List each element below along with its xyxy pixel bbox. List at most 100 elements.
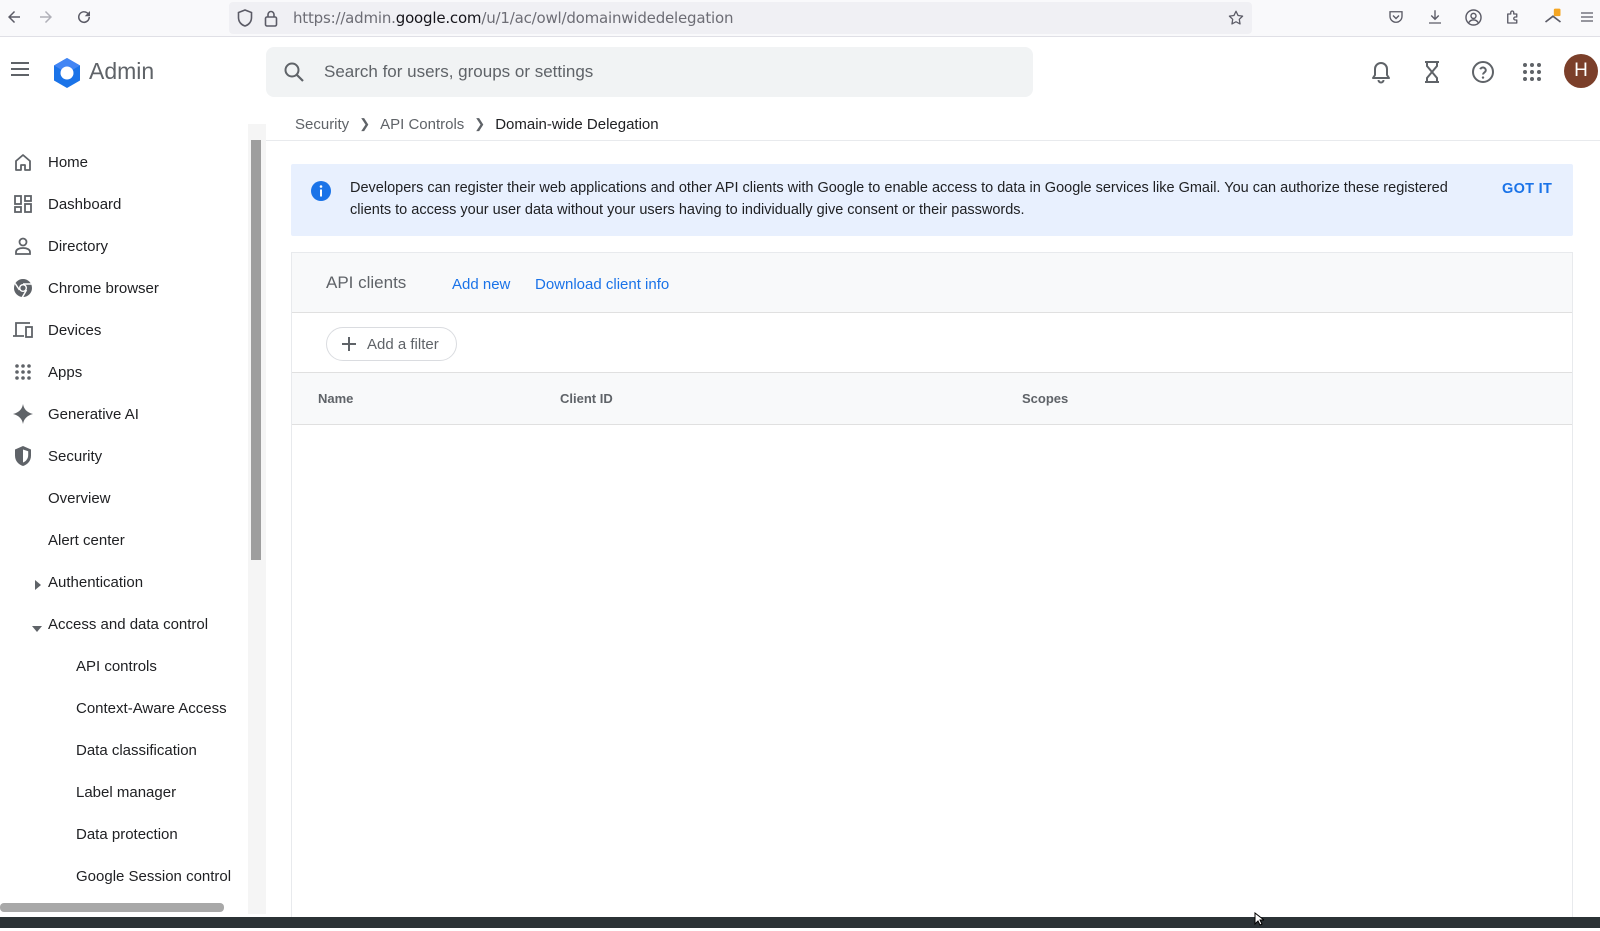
pocket-icon[interactable]	[1385, 6, 1407, 28]
info-banner: Developers can register their web applic…	[291, 164, 1573, 236]
search-input[interactable]	[324, 47, 1014, 97]
sidebar-item-label: Data classification	[76, 741, 197, 759]
back-arrow-icon[interactable]	[2, 5, 26, 29]
sidebar-item-security[interactable]: Security	[0, 436, 246, 476]
sidebar-item-label: Dashboard	[48, 195, 122, 213]
sidebar-scrollbar[interactable]	[248, 124, 266, 914]
reload-icon[interactable]	[72, 5, 96, 29]
search-icon[interactable]	[282, 60, 306, 84]
sidebar-item-label: Alert center	[48, 531, 125, 549]
sidebar-item-apps[interactable]: Apps	[0, 352, 246, 392]
url-text: https://admin.google.com/u/1/ac/owl/doma…	[293, 9, 734, 27]
home-icon	[12, 151, 34, 173]
url-bar[interactable]: https://admin.google.com/u/1/ac/owl/doma…	[229, 2, 1252, 34]
info-icon	[310, 180, 332, 202]
lock-icon[interactable]	[261, 8, 281, 28]
download-client-info-button[interactable]: Download client info	[535, 276, 669, 293]
sidebar-item-overview[interactable]: Overview	[0, 478, 246, 518]
sidebar-item-google-session-control[interactable]: Google Session control	[0, 856, 246, 896]
banner-text: Developers can register their web applic…	[350, 180, 1448, 218]
breadcrumb-security[interactable]: Security	[295, 116, 349, 133]
admin-header: Admin H	[0, 37, 1600, 109]
sidebar-item-label: Access and data control	[48, 615, 209, 633]
sidebar-item-dashboard[interactable]: Dashboard	[0, 184, 246, 224]
column-client-id[interactable]: Client ID	[560, 391, 613, 406]
breadcrumb: Security ❯ API Controls ❯ Domain-wide De…	[295, 112, 659, 136]
devices-icon	[12, 319, 34, 341]
dashboard-icon	[12, 193, 34, 215]
account-icon[interactable]	[1462, 6, 1484, 28]
google-apps-grid-icon[interactable]	[1518, 58, 1546, 86]
sidebar-item-label: API controls	[76, 657, 157, 675]
card-title: API clients	[326, 273, 407, 292]
api-clients-card: API clients Add new Download client info…	[291, 252, 1573, 928]
column-name[interactable]: Name	[318, 391, 353, 406]
admin-logo-icon[interactable]	[50, 56, 84, 90]
caret-right-icon	[34, 577, 42, 594]
add-filter-button[interactable]: Add a filter	[326, 327, 457, 361]
download-icon[interactable]	[1424, 6, 1446, 28]
sidebar-scrollbar-thumb[interactable]	[251, 140, 261, 560]
sparkle-icon	[12, 403, 34, 425]
apps-grid-icon	[12, 361, 34, 383]
forward-arrow-icon[interactable]	[34, 5, 58, 29]
sidebar-item-label: Label manager	[76, 783, 177, 801]
sidebar-item-label: Overview	[48, 489, 111, 507]
app-title[interactable]: Admin	[89, 58, 154, 85]
sidebar-item-label: Generative AI	[48, 405, 139, 423]
sidebar-item-label: Directory	[48, 237, 109, 255]
main-menu-icon[interactable]	[8, 57, 32, 81]
os-taskbar	[0, 917, 1600, 928]
search-bar[interactable]	[266, 47, 1033, 97]
horizontal-scrollbar-thumb[interactable]	[0, 903, 224, 912]
sidebar-item-data-protection[interactable]: Data protection	[0, 814, 246, 854]
sidebar-item-authentication[interactable]: Authentication	[0, 562, 246, 602]
sidebar-item-label: Security	[48, 447, 103, 465]
filter-bar: Add a filter	[292, 313, 1572, 373]
breadcrumb-api-controls[interactable]: API Controls	[380, 116, 464, 133]
column-scopes[interactable]: Scopes	[1022, 391, 1068, 406]
api-clients-header: API clients Add new Download client info	[292, 253, 1572, 313]
sidebar-item-label: Data protection	[76, 825, 178, 843]
sidebar-item-label: Apps	[48, 363, 83, 381]
divider	[266, 140, 1600, 141]
help-icon[interactable]	[1469, 58, 1497, 86]
chrome-icon	[12, 277, 34, 299]
browser-menu-icon[interactable]	[1577, 6, 1597, 28]
caret-down-icon	[32, 620, 42, 637]
sidebar-item-chrome-browser[interactable]: Chrome browser	[0, 268, 246, 308]
sidebar-item-directory[interactable]: Directory	[0, 226, 246, 266]
add-filter-label: Add a filter	[367, 336, 439, 353]
sidebar-item-generative-ai[interactable]: Generative AI	[0, 394, 246, 434]
sidebar-item-label-manager[interactable]: Label manager	[0, 772, 246, 812]
mouse-cursor-icon	[1254, 911, 1266, 926]
extensions-icon[interactable]	[1502, 6, 1524, 28]
sidebar-item-access-and-data-control[interactable]: Access and data control	[0, 604, 246, 644]
sidebar-item-api-controls[interactable]: API controls	[0, 646, 246, 686]
sidebar-item-label: Chrome browser	[48, 279, 159, 297]
plus-icon	[339, 334, 359, 354]
sidebar-item-alert-center[interactable]: Alert center	[0, 520, 246, 560]
add-new-button[interactable]: Add new	[452, 276, 510, 293]
extension-badge-icon[interactable]	[1542, 6, 1564, 28]
sidebar-item-data-classification[interactable]: Data classification	[0, 730, 246, 770]
sidebar-item-label: Context-Aware Access	[76, 699, 227, 717]
sidebar-item-label: Home	[48, 153, 89, 171]
sidebar-item-label: Devices	[48, 321, 102, 339]
sidebar-item-devices[interactable]: Devices	[0, 310, 246, 350]
avatar[interactable]: H	[1564, 54, 1598, 88]
sidebar-item-label: Google Session control	[76, 867, 232, 885]
chevron-right-icon: ❯	[359, 116, 371, 131]
chevron-right-icon: ❯	[474, 116, 486, 131]
shield-icon	[12, 445, 34, 467]
person-icon	[12, 235, 34, 257]
tasks-hourglass-icon[interactable]	[1418, 58, 1446, 86]
sidebar-item-context-aware-access[interactable]: Context-Aware Access	[0, 688, 246, 728]
bookmark-star-icon[interactable]	[1226, 8, 1246, 28]
sidebar-item-home[interactable]: Home	[0, 142, 246, 182]
notifications-bell-icon[interactable]	[1367, 58, 1395, 86]
breadcrumb-current: Domain-wide Delegation	[495, 115, 659, 133]
got-it-button[interactable]: GOT IT	[1502, 181, 1552, 197]
sidebar-nav: Home Dashboard Directory Chrome browser …	[0, 124, 248, 914]
shield-outline-icon[interactable]	[235, 8, 255, 28]
